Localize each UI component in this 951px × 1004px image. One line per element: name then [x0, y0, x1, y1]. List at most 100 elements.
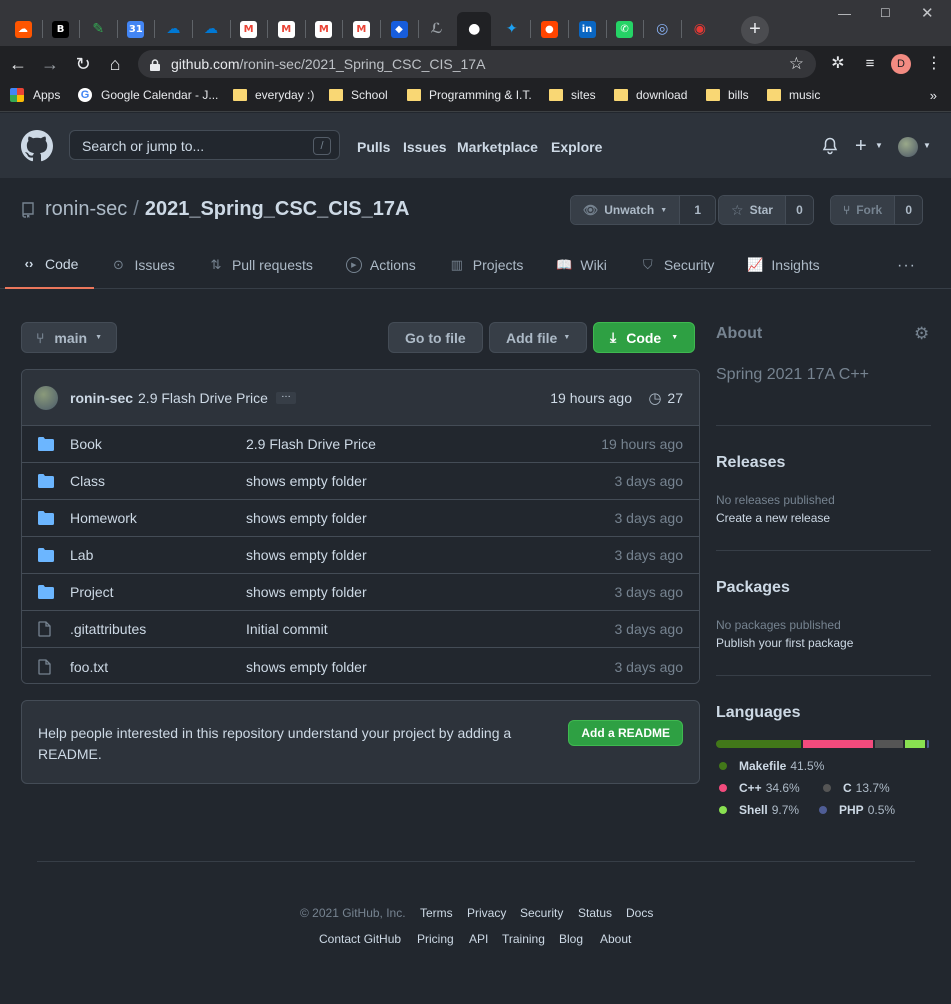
file-commit-message-link[interactable]: shows empty folder	[246, 659, 367, 675]
file-commit-message-link[interactable]: shows empty folder	[246, 547, 367, 563]
footer-link[interactable]: Status	[578, 906, 612, 920]
browser-tab[interactable]: ◎	[645, 12, 679, 46]
browser-tab[interactable]: 31	[119, 12, 153, 46]
packages-title[interactable]: Packages	[716, 579, 790, 597]
browser-tab[interactable]: ☁	[194, 12, 228, 46]
new-tab-button[interactable]: +	[741, 16, 769, 44]
more-tabs-icon[interactable]: ···	[897, 257, 916, 275]
tab-actions[interactable]: ▶ Actions	[345, 248, 416, 281]
footer-link[interactable]: Security	[520, 906, 563, 920]
footer-link[interactable]: API	[469, 932, 488, 946]
file-name-link[interactable]: .gitattributes	[70, 621, 146, 637]
footer-link[interactable]: Contact GitHub	[319, 932, 401, 946]
file-name-link[interactable]: Project	[70, 584, 114, 600]
tab-pull-requests[interactable]: ⇅ Pull requests	[208, 248, 312, 281]
bookmarks-overflow-icon[interactable]: »	[930, 88, 937, 103]
browser-tab[interactable]: ✎	[81, 12, 115, 46]
close-window-icon[interactable]: ✕	[921, 4, 934, 22]
file-row[interactable]: Lab shows empty folder 3 days ago	[22, 537, 699, 574]
releases-title[interactable]: Releases	[716, 454, 785, 472]
language-item[interactable]: C 13.7%	[823, 781, 890, 795]
bookmark-star-icon[interactable]: ☆	[789, 54, 804, 74]
file-row[interactable]: Project shows empty folder 3 days ago	[22, 574, 699, 611]
browser-tab[interactable]: ◉	[683, 12, 717, 46]
forward-icon[interactable]: →	[38, 52, 62, 76]
bookmark-folder[interactable]: download	[614, 88, 687, 102]
language-bar-segment[interactable]	[716, 740, 801, 748]
extensions-icon[interactable]: ✲	[826, 52, 850, 76]
browser-tab[interactable]: B	[44, 12, 78, 46]
language-item[interactable]: C++ 34.6%	[719, 781, 800, 795]
publish-package-link[interactable]: Publish your first package	[716, 636, 853, 650]
tab-code[interactable]: ‹› Code	[5, 248, 95, 289]
footer-link[interactable]: Privacy	[467, 906, 506, 920]
bookmark-folder[interactable]: music	[767, 88, 820, 102]
repo-name-link[interactable]: 2021_Spring_CSC_CIS_17A	[145, 198, 410, 221]
go-to-file-button[interactable]: Go to file	[388, 322, 483, 353]
watch-count[interactable]: 1	[679, 196, 716, 224]
nav-marketplace[interactable]: Marketplace	[457, 139, 538, 155]
tab-security[interactable]: ⛉ Security	[640, 248, 714, 281]
tab-insights[interactable]: 📈 Insights	[747, 248, 819, 281]
address-bar[interactable]: github.com/ronin-sec/2021_Spring_CSC_CIS…	[138, 50, 816, 78]
code-download-button[interactable]: ⤓ Code ▼	[593, 322, 696, 353]
chrome-menu-icon[interactable]: ⋮	[922, 52, 946, 76]
commit-history-link[interactable]: ◷ 27	[648, 389, 683, 407]
star-button[interactable]: ☆ Star	[719, 196, 785, 224]
branch-select-button[interactable]: ⑂ main ▼	[21, 322, 118, 353]
file-commit-message-link[interactable]: shows empty folder	[246, 473, 367, 489]
tab-issues[interactable]: ⊙ Issues	[110, 248, 175, 281]
search-input[interactable]: Search or jump to... /	[69, 130, 340, 160]
back-icon[interactable]: ←	[6, 52, 30, 76]
file-row[interactable]: .gitattributes Initial commit 3 days ago	[22, 611, 699, 648]
file-row[interactable]: foo.txt shows empty folder 3 days ago	[22, 648, 699, 683]
footer-link[interactable]: Pricing	[417, 932, 454, 946]
home-icon[interactable]: ⌂	[103, 52, 127, 76]
browser-tab[interactable]: ●	[532, 12, 566, 46]
file-commit-message-link[interactable]: Initial commit	[246, 621, 328, 637]
tab-projects[interactable]: ▥ Projects	[449, 248, 524, 281]
browser-tab[interactable]: ◆	[382, 12, 416, 46]
language-item[interactable]: Shell 9.7%	[719, 803, 799, 817]
fork-count[interactable]: 0	[894, 196, 923, 224]
footer-link[interactable]: Training	[502, 932, 545, 946]
bookmark-folder[interactable]: Programming & I.T.	[407, 88, 532, 102]
file-row[interactable]: Homework shows empty folder 3 days ago	[22, 500, 699, 537]
commit-expand-button[interactable]: …	[275, 389, 296, 404]
language-bar-segment[interactable]	[905, 740, 926, 748]
browser-tab[interactable]: ☁	[156, 12, 190, 46]
file-name-link[interactable]: Lab	[70, 547, 93, 563]
create-new-plus-icon[interactable]: +	[855, 135, 867, 158]
file-commit-message-link[interactable]: 2.9 Flash Drive Price	[246, 436, 376, 452]
nav-pulls[interactable]: Pulls	[357, 139, 390, 155]
profile-avatar[interactable]: D	[891, 54, 911, 74]
browser-tab[interactable]: in	[570, 12, 604, 46]
browser-tab[interactable]: ✆	[608, 12, 642, 46]
language-bar-segment[interactable]	[875, 740, 904, 748]
commit-message-link[interactable]: 2.9 Flash Drive Price	[138, 390, 268, 406]
footer-link[interactable]: Blog	[559, 932, 583, 946]
user-avatar[interactable]	[898, 137, 918, 157]
language-item[interactable]: PHP 0.5%	[819, 803, 895, 817]
commit-author-avatar[interactable]	[34, 385, 58, 410]
add-readme-button[interactable]: Add a README	[568, 720, 683, 746]
tab-wiki[interactable]: 📖 Wiki	[556, 248, 607, 281]
reload-icon[interactable]: ↻	[71, 52, 95, 76]
bookmark-item[interactable]: Apps	[10, 88, 60, 102]
gear-icon[interactable]: ⚙	[914, 324, 929, 344]
browser-tab[interactable]: M	[344, 12, 378, 46]
nav-issues[interactable]: Issues	[403, 139, 447, 155]
create-release-link[interactable]: Create a new release	[716, 511, 830, 525]
fork-button[interactable]: ⑂ Fork	[831, 196, 895, 224]
bookmark-folder[interactable]: School	[329, 88, 388, 102]
bookmark-folder[interactable]: everyday :)	[233, 88, 314, 102]
nav-explore[interactable]: Explore	[551, 139, 602, 155]
bookmark-item[interactable]: G Google Calendar - J...	[78, 88, 218, 102]
language-item[interactable]: Makefile 41.5%	[719, 759, 824, 773]
minimize-icon[interactable]: —	[838, 6, 851, 21]
browser-tab[interactable]: ●	[457, 12, 492, 46]
file-commit-message-link[interactable]: shows empty folder	[246, 510, 367, 526]
browser-tab[interactable]: ✦	[495, 12, 529, 46]
file-name-link[interactable]: Homework	[70, 510, 137, 526]
notifications-bell-icon[interactable]	[822, 137, 838, 158]
